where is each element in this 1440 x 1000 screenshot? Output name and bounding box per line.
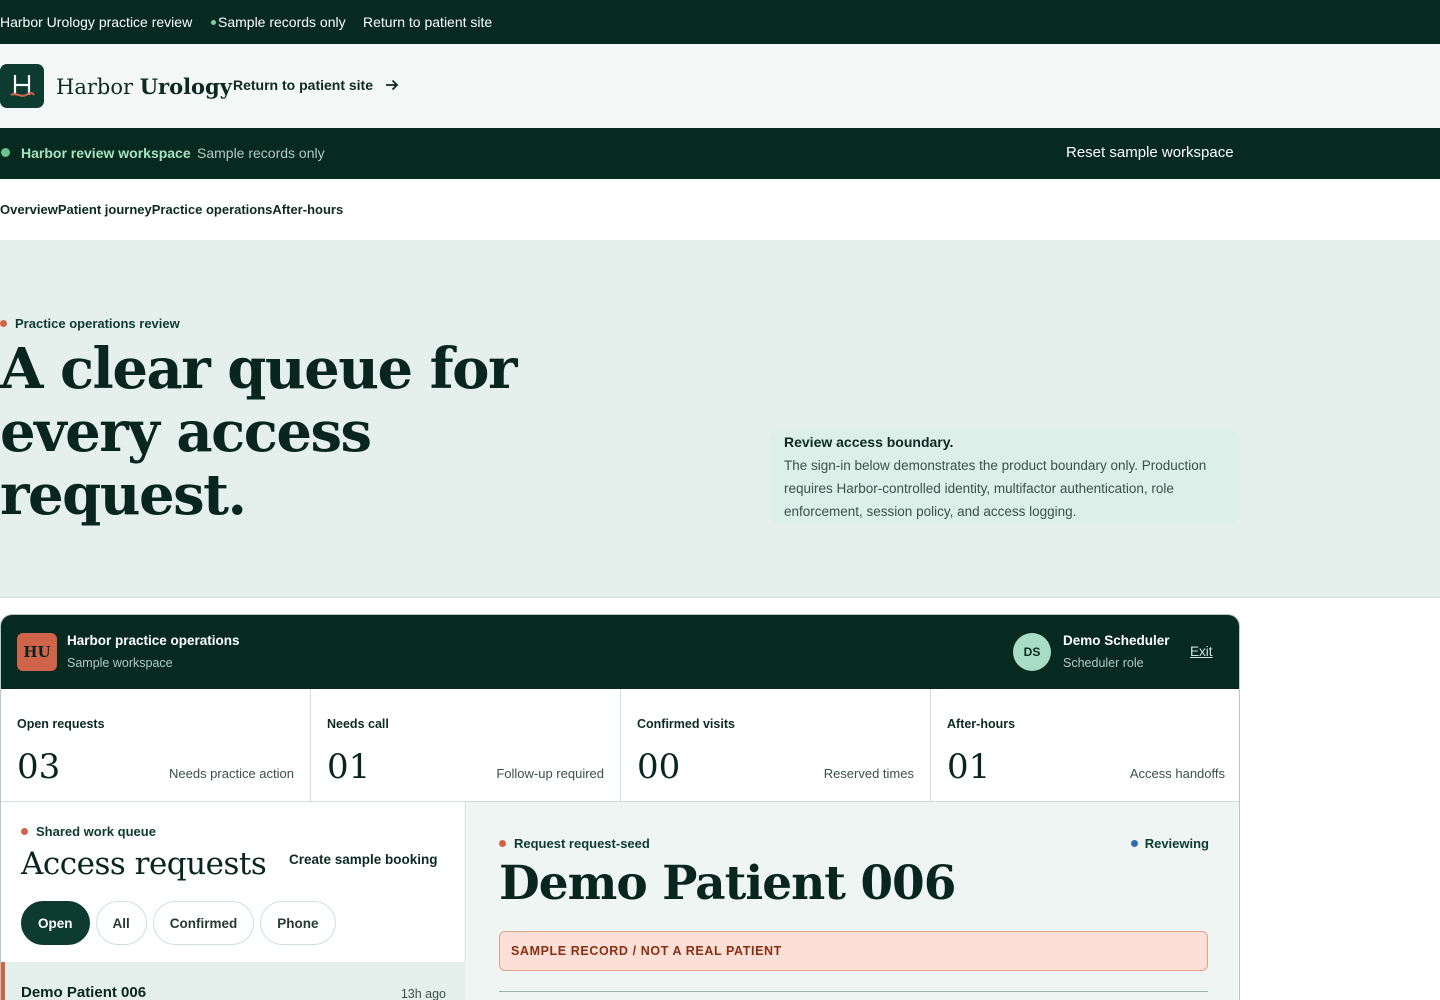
stat-after-hours: After-hours 01 Access handoffs xyxy=(931,689,1239,802)
patient-name-title: Demo Patient 006 xyxy=(499,856,956,911)
hero-eyebrow: Practice operations review xyxy=(0,316,180,331)
stat-value: 01 xyxy=(947,747,991,787)
reset-sample-workspace-button[interactable]: Reset sample workspace xyxy=(1066,144,1234,161)
workspace-bar: Harbor review workspace Sample records o… xyxy=(0,128,1440,179)
stat-value: 03 xyxy=(17,747,61,787)
workspace-sample-note: Sample records only xyxy=(197,145,325,161)
org-name: Harbor practice operations xyxy=(67,633,240,648)
harbor-logo-icon[interactable] xyxy=(0,64,44,108)
org-avatar: HU xyxy=(17,633,57,671)
nav-item-practice-operations[interactable]: Practice operations xyxy=(152,202,273,217)
return-to-patient-site-button[interactable]: Return to patient site xyxy=(233,77,399,93)
arrow-right-icon xyxy=(386,79,399,91)
eyebrow-dot-icon xyxy=(0,320,7,327)
queue-eyebrow-label: Shared work queue xyxy=(36,824,156,839)
stat-label: After-hours xyxy=(947,717,1016,731)
status-dot-icon xyxy=(211,19,216,25)
sample-records-label: Sample records only xyxy=(218,14,346,30)
queue-row-time: 13h ago xyxy=(400,987,446,1000)
stat-label: Needs call xyxy=(327,717,389,731)
hero-eyebrow-label: Practice operations review xyxy=(15,316,180,331)
stat-value: 00 xyxy=(637,747,681,787)
queue-filters: Open All Confirmed Phone xyxy=(21,901,336,945)
status-label: Reviewing xyxy=(1144,836,1209,851)
sample-records-note: Sample records only xyxy=(211,14,346,30)
queue-eyebrow: Shared work queue xyxy=(21,824,156,839)
stat-needs-call: Needs call 01 Follow-up required xyxy=(311,689,621,802)
work-queue-panel: Shared work queue Access requests Create… xyxy=(1,802,466,1000)
brand-name-bold: Urology xyxy=(139,74,232,99)
eyebrow-dot-icon xyxy=(21,828,28,835)
top-utility-bar: Harbor Urology practice review Sample re… xyxy=(0,0,1440,44)
hero-section: Practice operations review A clear queue… xyxy=(0,240,1440,598)
request-eyebrow: Request request-seed xyxy=(499,836,650,851)
queue-title: Access requests xyxy=(21,846,267,882)
nav-item-overview[interactable]: Overview xyxy=(0,202,58,217)
stat-open-requests: Open requests 03 Needs practice action xyxy=(1,689,311,802)
user-avatar: DS xyxy=(1013,633,1051,671)
access-boundary-notice: Review access boundary. The sign-in belo… xyxy=(770,430,1240,524)
stats-row: Open requests 03 Needs practice action N… xyxy=(1,689,1239,802)
filter-confirmed[interactable]: Confirmed xyxy=(152,901,255,945)
stat-note: Reserved times xyxy=(823,766,914,781)
eyebrow-dot-icon xyxy=(499,840,506,847)
brand-name-light: Harbor xyxy=(56,75,133,99)
brand-name[interactable]: Harbor Urology xyxy=(56,74,232,99)
user-role: Scheduler role xyxy=(1063,656,1144,670)
user-name: Demo Scheduler xyxy=(1063,633,1170,648)
stat-value: 01 xyxy=(327,747,371,787)
stat-label: Confirmed visits xyxy=(637,717,735,731)
stat-confirmed-visits: Confirmed visits 00 Reserved times xyxy=(621,689,931,802)
notice-body: The sign-in below demonstrates the produ… xyxy=(784,458,1207,519)
notice-title: Review access boundary. xyxy=(784,434,954,450)
stat-note: Follow-up required xyxy=(496,766,604,781)
operations-dashboard: HU Harbor practice operations Sample wor… xyxy=(0,614,1240,1000)
exit-button[interactable]: Exit xyxy=(1190,644,1213,659)
divider xyxy=(499,991,1208,992)
brand-header: Harbor Urology Return to patient site xyxy=(0,44,1440,128)
nav-item-after-hours[interactable]: After-hours xyxy=(272,202,343,217)
filter-phone[interactable]: Phone xyxy=(260,901,336,945)
request-detail-panel: Request request-seed Reviewing Demo Pati… xyxy=(467,802,1239,1000)
stat-note: Needs practice action xyxy=(168,766,294,781)
workspace-name: Harbor review workspace xyxy=(21,145,191,161)
dashboard-header: HU Harbor practice operations Sample wor… xyxy=(1,615,1239,689)
workspace-status-dot-icon xyxy=(1,148,10,157)
status-badge: Reviewing xyxy=(1130,836,1209,851)
org-subtitle: Sample workspace xyxy=(67,656,173,670)
sample-record-warning: SAMPLE RECORD / NOT A REAL PATIENT xyxy=(499,931,1208,971)
queue-row[interactable]: Demo Patient 006 13h ago xyxy=(1,962,466,1000)
filter-all[interactable]: All xyxy=(95,901,147,945)
main-nav: Overview Patient journey Practice operat… xyxy=(0,179,1440,240)
filter-open[interactable]: Open xyxy=(21,901,90,945)
return-to-patient-site-link[interactable]: Return to patient site xyxy=(363,14,492,30)
nav-item-patient-journey[interactable]: Patient journey xyxy=(58,202,152,217)
stat-note: Access handoffs xyxy=(1129,766,1225,781)
create-sample-booking-button[interactable]: Create sample booking xyxy=(289,852,438,867)
hero-headline: A clear queue for every access request. xyxy=(0,336,518,528)
practice-review-title: Harbor Urology practice review xyxy=(0,14,193,30)
request-id-label: Request request-seed xyxy=(514,836,650,851)
return-link-label: Return to patient site xyxy=(233,77,374,93)
status-dot-icon xyxy=(1130,840,1138,847)
queue-row-patient-name: Demo Patient 006 xyxy=(21,984,147,1000)
stat-label: Open requests xyxy=(17,717,105,731)
